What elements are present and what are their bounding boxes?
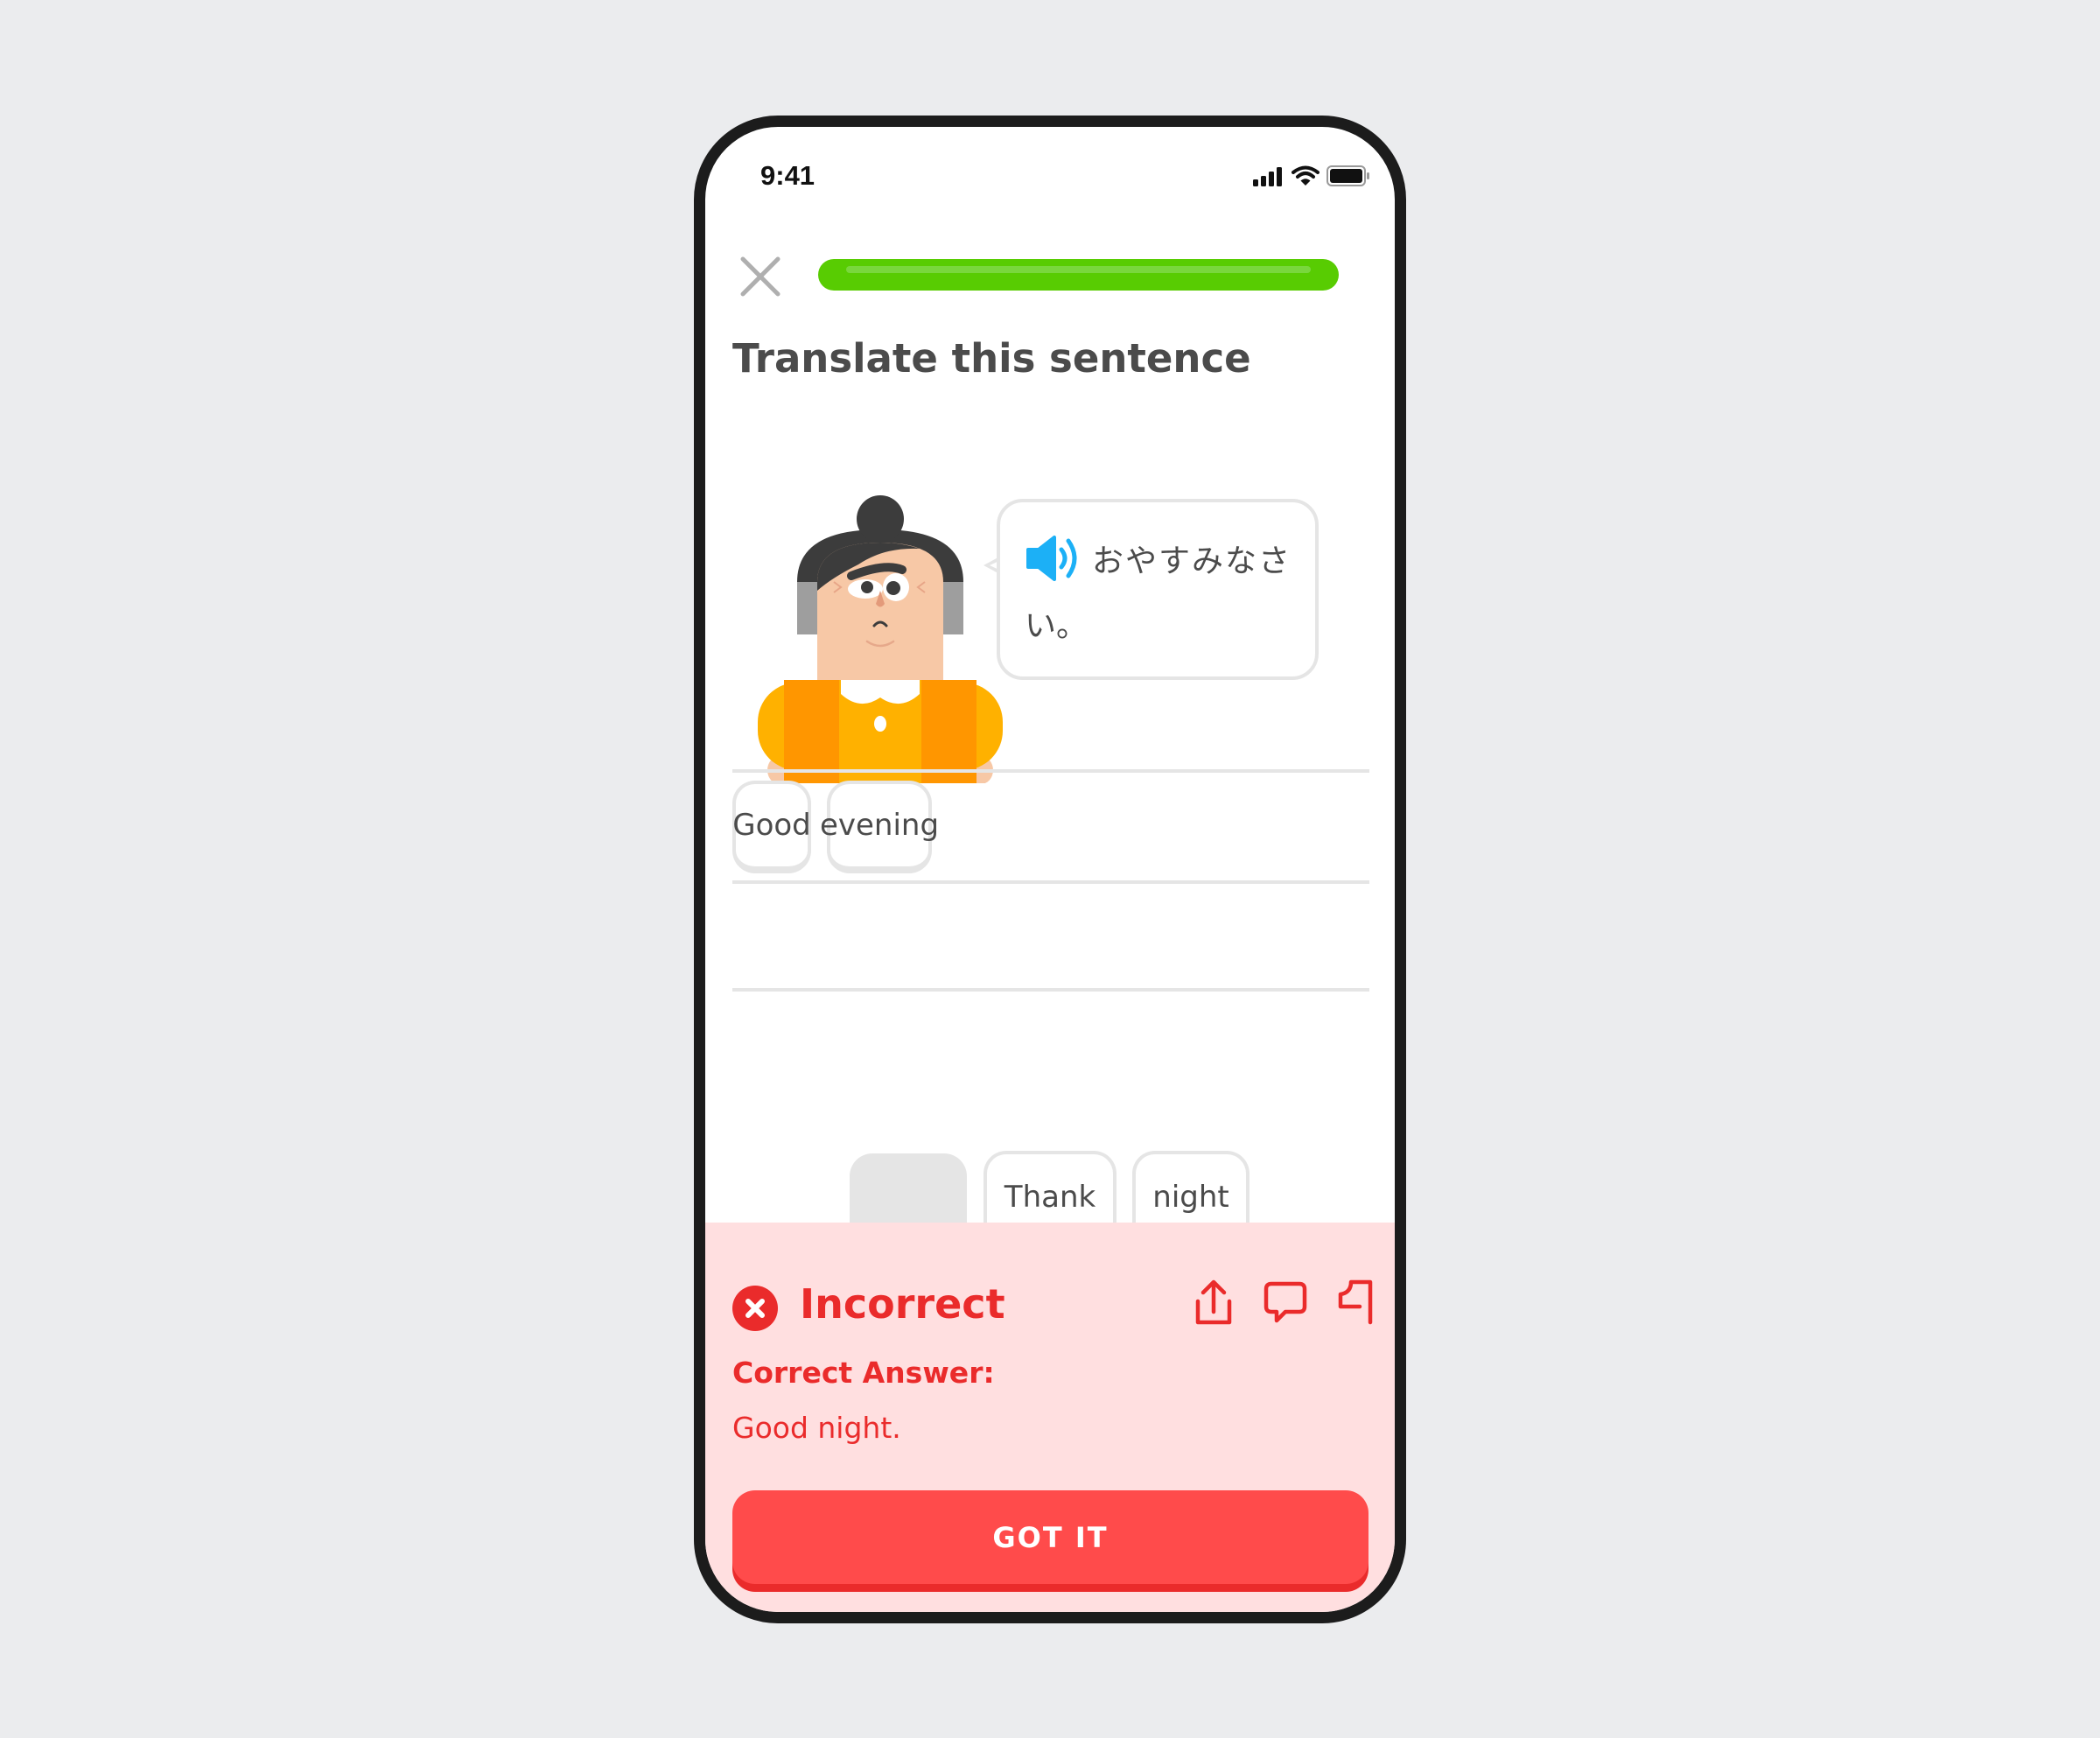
word-bank-label: night	[1152, 1180, 1229, 1215]
prompt-speech-bubble: おやすみなさ い。	[997, 499, 1319, 680]
answer-line-top	[732, 769, 1369, 773]
prompt-text-line1[interactable]: おやすみなさ	[1092, 536, 1292, 581]
answer-word-chip[interactable]: evening	[820, 781, 939, 873]
feedback-panel: Incorrect Correct Answer: Good night. GO…	[705, 1223, 1395, 1612]
lesson-progress-bar	[818, 259, 1339, 291]
prompt-text-line2[interactable]: い。	[1025, 600, 1088, 646]
speaker-icon[interactable]	[1025, 534, 1082, 583]
battery-icon	[1326, 165, 1369, 186]
answer-word-label: Good	[732, 808, 811, 843]
correct-answer-label: Correct Answer:	[732, 1356, 995, 1390]
answer-line-bottom	[732, 988, 1369, 992]
answer-word-chip[interactable]: Good	[732, 781, 811, 873]
got-it-button[interactable]: GOT IT	[732, 1490, 1368, 1584]
instruction-title: Translate this sentence	[732, 335, 1251, 382]
feedback-status: Incorrect	[800, 1280, 1005, 1328]
answer-line-middle	[732, 880, 1369, 884]
share-icon[interactable]	[1191, 1277, 1236, 1328]
progress-shine	[846, 266, 1311, 273]
error-x-icon	[732, 1286, 778, 1331]
character-illustration	[758, 495, 1003, 783]
wifi-icon	[1292, 165, 1320, 186]
close-icon[interactable]	[738, 254, 783, 299]
answer-word-label: evening	[819, 808, 940, 843]
comment-icon[interactable]	[1263, 1277, 1308, 1328]
status-time: 9:41	[760, 160, 816, 191]
status-icons	[1253, 165, 1370, 186]
correct-answer-text: Good night.	[732, 1411, 901, 1445]
signal-icon	[1253, 167, 1282, 186]
phone-frame: 9:41 Translate this sentence おやすみなさ い。 G…	[694, 116, 1406, 1623]
word-bank-label: Thank	[1004, 1180, 1096, 1215]
flag-icon[interactable]	[1335, 1277, 1381, 1328]
